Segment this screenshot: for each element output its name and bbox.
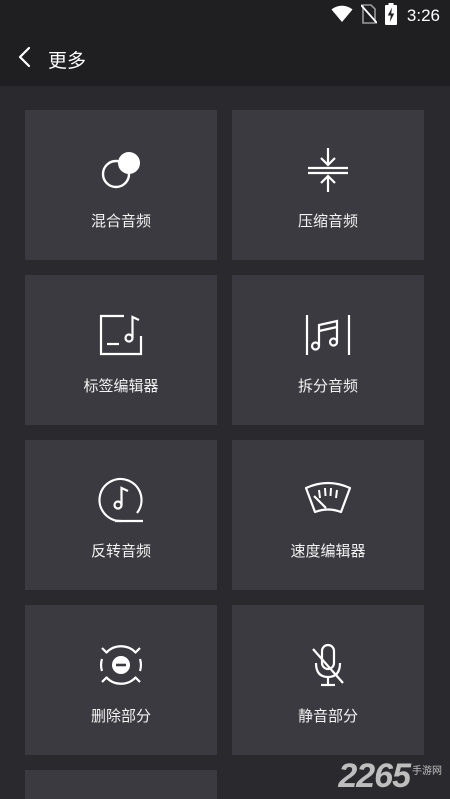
split-audio-tile[interactable]: 拆分音频 xyxy=(232,275,424,425)
back-button[interactable] xyxy=(0,32,48,86)
delete-part-icon xyxy=(97,641,145,689)
tag-music-icon xyxy=(97,311,145,359)
no-sim-icon xyxy=(360,4,378,28)
compress-arrows-icon xyxy=(304,146,352,194)
tile-label: 速度编辑器 xyxy=(290,542,366,560)
battery-charging-icon xyxy=(384,3,397,29)
tile-label: 反转音频 xyxy=(90,542,151,560)
tile-label: 静音部分 xyxy=(297,707,358,725)
mute-mic-icon xyxy=(304,641,352,689)
watermark: 2265 手游网 xyxy=(338,759,442,793)
reverse-music-icon xyxy=(97,476,145,524)
chevron-left-icon xyxy=(17,46,31,72)
reverse-audio-tile[interactable]: 反转音频 xyxy=(25,440,217,590)
status-icons: 3:26 xyxy=(331,3,440,29)
tile-label: 压缩音频 xyxy=(297,212,358,230)
split-music-icon xyxy=(304,311,352,359)
page-title: 更多 xyxy=(48,49,87,72)
mix-circles-icon xyxy=(97,146,145,194)
tile-label: 标签编辑器 xyxy=(83,377,159,395)
compress-audio-tile[interactable]: 压缩音频 xyxy=(232,110,424,260)
watermark-text: 手游网 xyxy=(412,766,442,777)
status-bar: 3:26 xyxy=(0,0,450,32)
tile-label: 删除部分 xyxy=(90,707,151,725)
tag-editor-tile[interactable]: 标签编辑器 xyxy=(25,275,217,425)
status-time: 3:26 xyxy=(406,6,440,25)
more-tool-tile[interactable] xyxy=(25,770,217,799)
app-bar: 更多 xyxy=(0,32,450,86)
speed-gauge-icon xyxy=(304,476,352,524)
wifi-icon xyxy=(331,5,353,27)
tile-label: 拆分音频 xyxy=(297,377,358,395)
mix-audio-tile[interactable]: 混合音频 xyxy=(25,110,217,260)
watermark-number: 2265 xyxy=(338,757,411,795)
tile-label: 混合音频 xyxy=(90,212,151,230)
delete-part-tile[interactable]: 删除部分 xyxy=(25,605,217,755)
mute-part-tile[interactable]: 静音部分 xyxy=(232,605,424,755)
speed-editor-tile[interactable]: 速度编辑器 xyxy=(232,440,424,590)
